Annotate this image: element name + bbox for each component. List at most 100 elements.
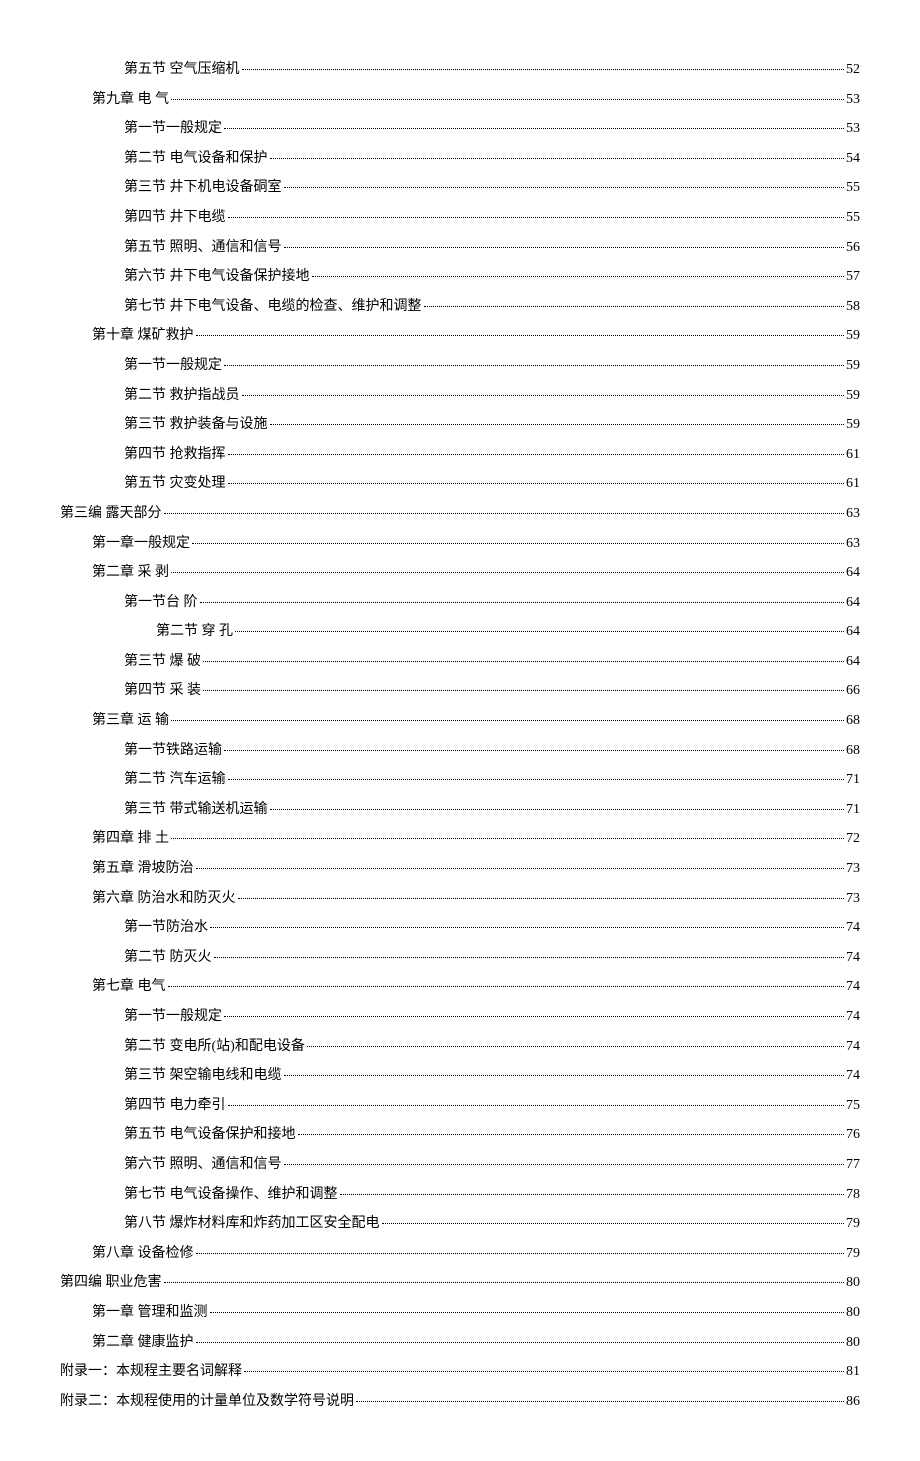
toc-leader-dots bbox=[171, 99, 844, 100]
toc-entry[interactable]: 第二节 变电所(站)和配电设备74 bbox=[60, 1037, 860, 1057]
toc-entry[interactable]: 第一节防治水74 bbox=[60, 918, 860, 938]
toc-entry[interactable]: 第一章一般规定63 bbox=[60, 534, 860, 554]
toc-entry[interactable]: 第八节 爆炸材料库和炸药加工区安全配电79 bbox=[60, 1214, 860, 1234]
toc-leader-dots bbox=[284, 1075, 845, 1076]
toc-entry[interactable]: 第八章 设备检修79 bbox=[60, 1244, 860, 1264]
toc-entry-page: 59 bbox=[846, 415, 860, 435]
toc-entry[interactable]: 第二章 采 剥64 bbox=[60, 563, 860, 583]
toc-entry-title: 第一节一般规定 bbox=[124, 119, 222, 139]
toc-entry-page: 73 bbox=[846, 859, 860, 879]
toc-entry[interactable]: 第三节 救护装备与设施59 bbox=[60, 415, 860, 435]
toc-entry[interactable]: 第六章 防治水和防灭火73 bbox=[60, 889, 860, 909]
toc-entry[interactable]: 第十章 煤矿救护 59 bbox=[60, 326, 860, 346]
toc-leader-dots bbox=[340, 1194, 845, 1195]
toc-entry[interactable]: 第二节 穿 孔64 bbox=[60, 622, 860, 642]
toc-entry-title: 第四章 排 土 bbox=[92, 829, 169, 849]
toc-entry[interactable]: 第三章 运 输68 bbox=[60, 711, 860, 731]
toc-entry-page: 77 bbox=[846, 1155, 860, 1175]
toc-entry[interactable]: 第一节一般规定59 bbox=[60, 356, 860, 376]
table-of-contents: 第五节 空气压缩机52第九章 电 气53第一节一般规定53第二节 电气设备和保护… bbox=[60, 60, 860, 1411]
toc-leader-dots bbox=[224, 365, 844, 366]
toc-entry[interactable]: 第三节 带式输送机运输71 bbox=[60, 800, 860, 820]
toc-entry-page: 86 bbox=[846, 1392, 860, 1412]
toc-entry[interactable]: 第四节 采 装66 bbox=[60, 681, 860, 701]
toc-entry-title: 第一节台 阶 bbox=[124, 593, 198, 613]
toc-entry-page: 64 bbox=[846, 593, 860, 613]
toc-entry[interactable]: 第七章 电气 74 bbox=[60, 977, 860, 997]
toc-entry[interactable]: 第五章 滑坡防治73 bbox=[60, 859, 860, 879]
toc-entry-title: 第五节 空气压缩机 bbox=[124, 60, 240, 80]
toc-entry-page: 54 bbox=[846, 149, 860, 169]
toc-leader-dots bbox=[224, 750, 844, 751]
toc-entry-title: 第四节 采 装 bbox=[124, 681, 201, 701]
toc-leader-dots bbox=[196, 1253, 845, 1254]
toc-entry[interactable]: 第三节 爆 破64 bbox=[60, 652, 860, 672]
toc-entry[interactable]: 第四章 排 土72 bbox=[60, 829, 860, 849]
toc-entry-page: 59 bbox=[846, 326, 860, 346]
toc-entry[interactable]: 第一节一般规定53 bbox=[60, 119, 860, 139]
toc-leader-dots bbox=[171, 572, 844, 573]
toc-entry[interactable]: 第一节一般规定74 bbox=[60, 1007, 860, 1027]
toc-entry-title: 第三编 露天部分 bbox=[60, 504, 162, 524]
toc-entry[interactable]: 附录二：本规程使用的计量单位及数学符号说明 86 bbox=[60, 1392, 860, 1412]
toc-entry-page: 55 bbox=[846, 178, 860, 198]
toc-entry-title: 第七章 电气 bbox=[92, 977, 166, 997]
toc-entry-title: 第四节 电力牵引 bbox=[124, 1096, 226, 1116]
toc-entry-title: 第七节 井下电气设备、电缆的检查、维护和调整 bbox=[124, 297, 422, 317]
toc-entry[interactable]: 第四节 电力牵引 75 bbox=[60, 1096, 860, 1116]
toc-entry[interactable]: 附录一：本规程主要名词解释81 bbox=[60, 1362, 860, 1382]
toc-entry[interactable]: 第七节 电气设备操作、维护和调整78 bbox=[60, 1185, 860, 1205]
toc-entry[interactable]: 第三编 露天部分 63 bbox=[60, 504, 860, 524]
toc-entry-page: 57 bbox=[846, 267, 860, 287]
toc-entry[interactable]: 第七节 井下电气设备、电缆的检查、维护和调整58 bbox=[60, 297, 860, 317]
toc-entry-title: 第三章 运 输 bbox=[92, 711, 169, 731]
toc-entry[interactable]: 第六节 照明、通信和信号77 bbox=[60, 1155, 860, 1175]
toc-entry[interactable]: 第四编 职业危害80 bbox=[60, 1273, 860, 1293]
toc-entry[interactable]: 第二节 救护指战员59 bbox=[60, 386, 860, 406]
toc-leader-dots bbox=[224, 1016, 844, 1017]
toc-entry-title: 第二节 汽车运输 bbox=[124, 770, 226, 790]
toc-leader-dots bbox=[210, 927, 844, 928]
toc-entry-page: 53 bbox=[846, 90, 860, 110]
toc-entry[interactable]: 第一节铁路运输68 bbox=[60, 741, 860, 761]
toc-entry[interactable]: 第五节 电气设备保护和接地76 bbox=[60, 1125, 860, 1145]
toc-entry-page: 74 bbox=[846, 1066, 860, 1086]
toc-entry-page: 80 bbox=[846, 1273, 860, 1293]
toc-entry-page: 63 bbox=[846, 504, 860, 524]
toc-entry-title: 第二节 电气设备和保护 bbox=[124, 149, 268, 169]
toc-entry-page: 74 bbox=[846, 977, 860, 997]
toc-entry[interactable]: 第六节 井下电气设备保护接地57 bbox=[60, 267, 860, 287]
toc-leader-dots bbox=[242, 69, 845, 70]
toc-entry[interactable]: 第九章 电 气53 bbox=[60, 90, 860, 110]
toc-entry-title: 第一章 管理和监测 bbox=[92, 1303, 208, 1323]
toc-entry[interactable]: 第二节 汽车运输71 bbox=[60, 770, 860, 790]
toc-entry-title: 第三节 架空输电线和电缆 bbox=[124, 1066, 282, 1086]
toc-entry-title: 附录二：本规程使用的计量单位及数学符号说明 bbox=[60, 1392, 354, 1412]
toc-entry[interactable]: 第五节 空气压缩机52 bbox=[60, 60, 860, 80]
toc-leader-dots bbox=[168, 986, 845, 987]
toc-entry[interactable]: 第三节 井下机电设备硐室55 bbox=[60, 178, 860, 198]
toc-entry[interactable]: 第一节台 阶 64 bbox=[60, 593, 860, 613]
toc-leader-dots bbox=[284, 247, 845, 248]
toc-entry-page: 74 bbox=[846, 1037, 860, 1057]
toc-entry[interactable]: 第四节 井下电缆55 bbox=[60, 208, 860, 228]
toc-leader-dots bbox=[228, 217, 845, 218]
toc-entry[interactable]: 第二节 电气设备和保护 54 bbox=[60, 149, 860, 169]
toc-entry-title: 第十章 煤矿救护 bbox=[92, 326, 194, 346]
toc-leader-dots bbox=[228, 483, 845, 484]
toc-entry-title: 第五节 照明、通信和信号 bbox=[124, 238, 282, 258]
toc-leader-dots bbox=[164, 513, 845, 514]
toc-entry-title: 第二节 救护指战员 bbox=[124, 386, 240, 406]
toc-entry-page: 75 bbox=[846, 1096, 860, 1116]
toc-entry[interactable]: 第二章 健康监护80 bbox=[60, 1333, 860, 1353]
toc-entry[interactable]: 第五节 照明、通信和信号56 bbox=[60, 238, 860, 258]
toc-entry[interactable]: 第五节 灾变处理61 bbox=[60, 474, 860, 494]
toc-leader-dots bbox=[171, 838, 844, 839]
toc-leader-dots bbox=[424, 306, 845, 307]
toc-entry[interactable]: 第四节 抢救指挥61 bbox=[60, 445, 860, 465]
toc-entry[interactable]: 第二节 防灭火74 bbox=[60, 948, 860, 968]
toc-entry-title: 第五节 电气设备保护和接地 bbox=[124, 1125, 296, 1145]
toc-entry[interactable]: 第三节 架空输电线和电缆 74 bbox=[60, 1066, 860, 1086]
toc-entry[interactable]: 第一章 管理和监测80 bbox=[60, 1303, 860, 1323]
toc-leader-dots bbox=[214, 957, 845, 958]
